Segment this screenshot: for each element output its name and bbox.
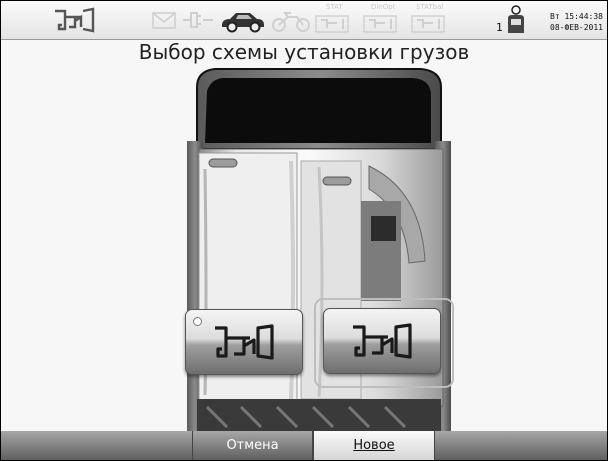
rim-weight-scheme-icon <box>215 324 274 360</box>
bottom-toolbar: Отмена Новое <box>1 431 607 460</box>
selection-dot <box>193 317 202 326</box>
toolbar-slot-4[interactable] <box>435 431 607 460</box>
weight-scheme-right-button[interactable] <box>323 308 441 374</box>
new-button[interactable]: Новое <box>313 431 435 460</box>
wheel-cross-section-illustration <box>187 68 451 431</box>
toolbar-slot-1[interactable] <box>1 431 193 460</box>
rim-weight-scheme-icon <box>353 323 412 359</box>
weight-scheme-left-button[interactable] <box>185 309 303 375</box>
screen: STAT DinOpt STATbal 1 Вт 15:44:38 08-ФЕВ… <box>0 0 608 461</box>
cancel-button[interactable]: Отмена <box>193 431 313 460</box>
